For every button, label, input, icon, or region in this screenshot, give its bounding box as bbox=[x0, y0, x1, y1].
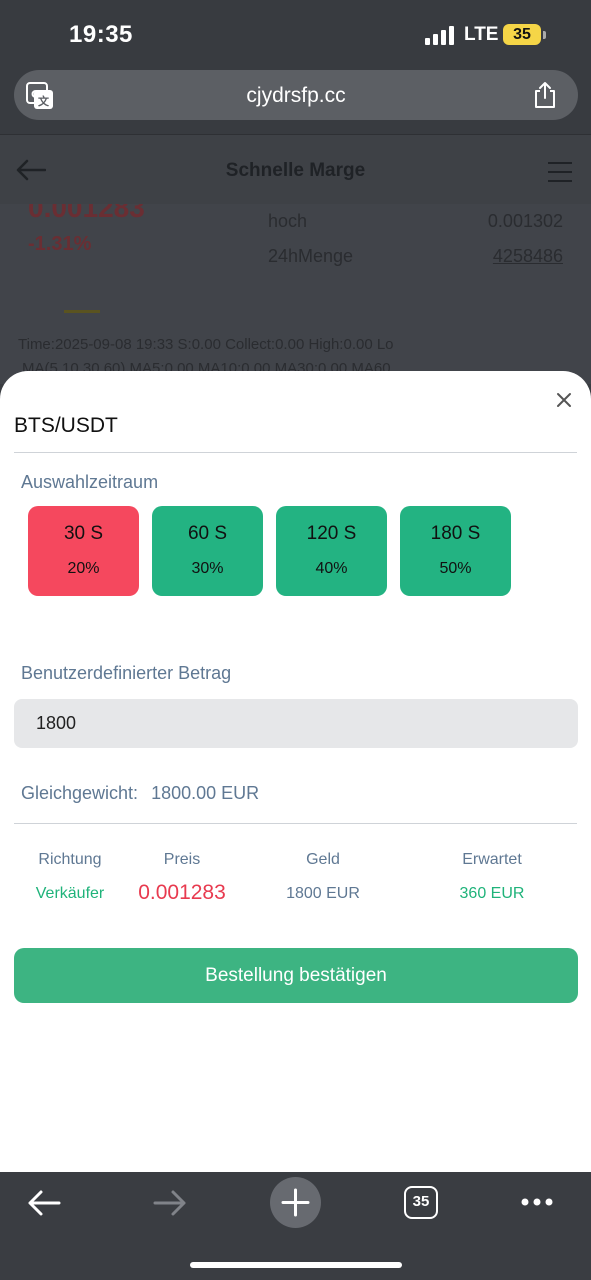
divider bbox=[14, 452, 577, 453]
home-indicator bbox=[190, 1262, 402, 1268]
background-page: 0.001283 -1.31% hoch 0.001302 24hMenge 4… bbox=[0, 134, 591, 384]
bg-info-line: Time:2025-09-08 19:33 S:0.00 Collect:0.0… bbox=[18, 336, 394, 353]
amount-input[interactable] bbox=[14, 699, 578, 748]
hamburger-menu-icon bbox=[548, 162, 572, 182]
plus-icon[interactable] bbox=[270, 1177, 321, 1228]
bg-page-title: Schnelle Marge bbox=[225, 160, 366, 181]
bg-header: Schnelle Marge bbox=[0, 134, 591, 204]
pair-title: BTS/USDT bbox=[14, 414, 118, 437]
period-time: 30 S bbox=[63, 523, 104, 544]
period-rate: 50% bbox=[439, 560, 472, 577]
money-header: Geld bbox=[306, 851, 340, 868]
status-time: 19:35 bbox=[69, 21, 133, 48]
period-option-120s[interactable]: 120 S 40% bbox=[276, 506, 387, 596]
period-option-180s[interactable]: 180 S 50% bbox=[400, 506, 511, 596]
more-icon[interactable] bbox=[520, 1197, 554, 1207]
period-time: 120 S bbox=[306, 523, 357, 544]
period-rate: 20% bbox=[67, 560, 100, 577]
signal-icon bbox=[425, 26, 454, 45]
price-header: Preis bbox=[163, 851, 201, 868]
bg-change: -1.31% bbox=[28, 233, 92, 255]
bg-high-label: hoch bbox=[268, 211, 308, 231]
price-value: 0.001283 bbox=[138, 881, 226, 904]
balance-label: Gleichgewicht: bbox=[21, 783, 139, 803]
period-option-60s[interactable]: 60 S 30% bbox=[152, 506, 263, 596]
close-icon[interactable] bbox=[555, 391, 573, 409]
bg-tab-indicator bbox=[64, 310, 100, 313]
bg-high-value: 0.001302 bbox=[487, 211, 563, 231]
browser-address-area: G 文 cjydrsfp.cc bbox=[0, 66, 591, 134]
period-time: 60 S bbox=[187, 523, 228, 544]
direction-value: Verkäufer bbox=[35, 885, 105, 902]
tabs-icon[interactable]: 35 bbox=[404, 1186, 438, 1219]
browser-toolbar: 35 bbox=[0, 1172, 591, 1280]
share-icon[interactable] bbox=[532, 81, 558, 109]
period-option-30s[interactable]: 30 S 20% bbox=[28, 506, 139, 596]
period-label: Auswahlzeitraum bbox=[21, 472, 159, 492]
period-rate: 40% bbox=[315, 560, 348, 577]
url-text[interactable]: cjydrsfp.cc bbox=[14, 84, 578, 108]
expected-header: Erwartet bbox=[462, 851, 522, 868]
expected-value: 360 EUR bbox=[459, 885, 525, 902]
back-arrow-icon[interactable] bbox=[26, 1189, 62, 1217]
amount-label: Benutzerdefinierter Betrag bbox=[21, 663, 232, 683]
network-type: LTE bbox=[464, 24, 499, 45]
order-modal: BTS/USDT Auswahlzeitraum 30 S 20% 60 S 3… bbox=[0, 371, 591, 1172]
forward-arrow-icon[interactable] bbox=[152, 1189, 188, 1217]
bg-volume-value: 4258486 bbox=[492, 246, 563, 266]
balance-value: 1800.00 EUR bbox=[151, 783, 260, 803]
divider bbox=[14, 823, 577, 824]
confirm-order-button[interactable]: Bestellung bestätigen bbox=[14, 948, 578, 1003]
battery-icon: 35 bbox=[503, 24, 541, 45]
status-bar: 19:35 LTE 35 bbox=[0, 0, 591, 66]
address-bar[interactable]: G 文 cjydrsfp.cc bbox=[14, 70, 578, 120]
balance-line: Gleichgewicht: 1800.00 EUR bbox=[21, 783, 259, 804]
period-time: 180 S bbox=[430, 523, 481, 544]
period-rate: 30% bbox=[191, 560, 224, 577]
money-value: 1800 EUR bbox=[286, 885, 360, 902]
direction-header: Richtung bbox=[38, 851, 102, 868]
battery-tip bbox=[543, 31, 546, 39]
bg-volume-label: 24hMenge bbox=[268, 246, 354, 266]
